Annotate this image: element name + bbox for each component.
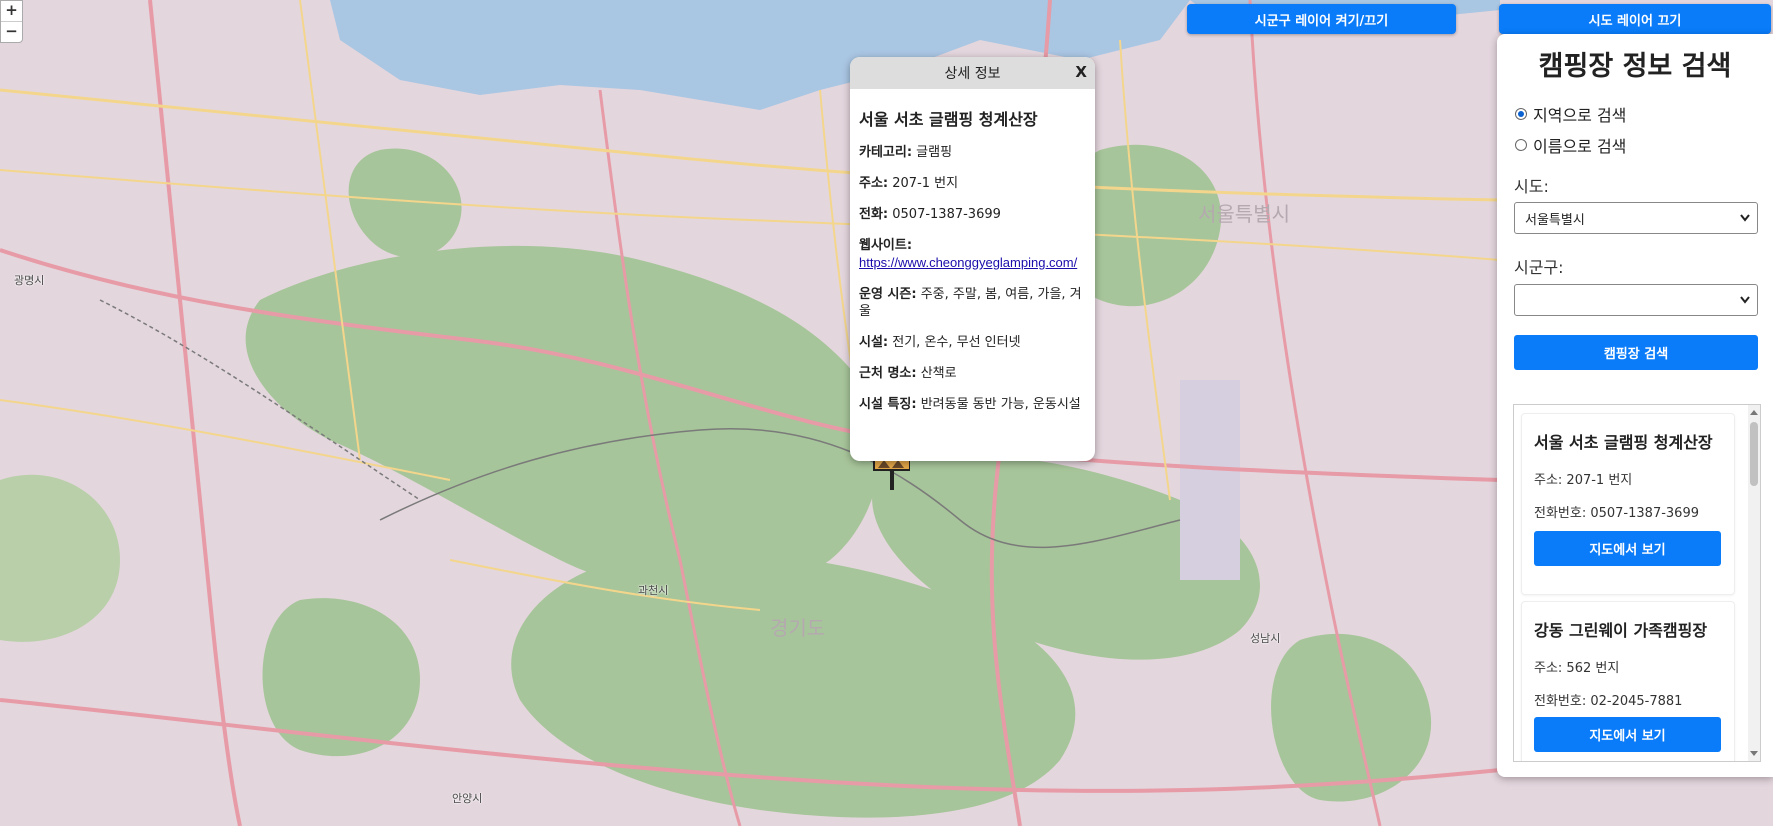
view-on-map-button[interactable]: 지도에서 보기	[1534, 531, 1721, 566]
popup-website-link[interactable]: https://www.cheonggyeglamping.com/	[859, 255, 1077, 270]
popup-features: 시설 특징: 반려동물 동반 가능, 운동시설	[859, 397, 1081, 412]
popup-header: 상세 정보 X	[850, 57, 1095, 89]
map-label-seongnam: 성남시	[1250, 632, 1281, 645]
radio-unselected-icon[interactable]	[1515, 139, 1527, 151]
popup-website: 웹사이트: https://www.cheonggyeglamping.com/	[859, 238, 1078, 270]
sido-label: 시도:	[1514, 177, 1549, 196]
sido-select[interactable]: 서울특별시	[1514, 202, 1758, 234]
map-label-gwacheon: 과천시	[638, 584, 669, 597]
map-label-seoul: 서울특별시	[1198, 202, 1290, 226]
chevron-down-icon	[1740, 214, 1750, 222]
campsite-search-button[interactable]: 캠핑장 검색	[1514, 335, 1758, 370]
map-label-anyang: 안양시	[452, 792, 483, 805]
result-card: 서울 서초 글램핑 청계산장 주소: 207-1 번지 전화번호: 0507-1…	[1521, 413, 1735, 595]
popup-facilities: 시설: 전기, 온수, 무선 인터넷	[859, 335, 1021, 350]
sigungu-select[interactable]	[1514, 284, 1758, 316]
popup-close-button[interactable]: X	[1075, 63, 1087, 81]
popup-campsite-name: 서울 서초 글램핑 청계산장	[859, 110, 1038, 129]
results-scrollbar[interactable]	[1748, 405, 1760, 761]
scroll-up-icon[interactable]	[1750, 410, 1758, 415]
map-label-gyeonggi: 경기도	[770, 616, 826, 640]
sigungu-label: 시군구:	[1514, 258, 1564, 277]
popup-season: 운영 시즌: 주중, 주말, 봄, 여름, 가을, 겨울	[859, 287, 1082, 319]
zoom-in-button[interactable]: +	[1, 1, 22, 21]
popup-phone: 전화: 0507-1387-3699	[859, 207, 1001, 222]
radio-search-by-name[interactable]: 이름으로 검색	[1515, 133, 1626, 157]
panel-title: 캠핑장 정보 검색	[1538, 51, 1732, 82]
result-address: 주소: 562 번지	[1534, 661, 1620, 676]
results-list[interactable]: 서울 서초 글램핑 청계산장 주소: 207-1 번지 전화번호: 0507-1…	[1513, 404, 1761, 762]
sido-layer-toggle-button[interactable]: 시도 레이어 끄기	[1499, 4, 1771, 34]
result-name: 강동 그린웨이 가족캠핑장	[1534, 621, 1708, 640]
popup-address: 주소: 207-1 번지	[859, 176, 959, 191]
result-address: 주소: 207-1 번지	[1534, 473, 1633, 488]
radio-search-by-region[interactable]: 지역으로 검색	[1515, 102, 1626, 126]
popup-category: 카테고리: 글램핑	[859, 145, 953, 160]
zoom-control: + −	[0, 0, 23, 43]
sigungu-layer-toggle-button[interactable]: 시군구 레이어 켜기/끄기	[1187, 4, 1456, 34]
result-phone: 전화번호: 0507-1387-3699	[1534, 506, 1699, 521]
zoom-out-button[interactable]: −	[1, 21, 22, 42]
result-name: 서울 서초 글램핑 청계산장	[1534, 433, 1713, 452]
scrollbar-thumb[interactable]	[1750, 422, 1758, 486]
popup-header-title: 상세 정보	[944, 66, 1001, 82]
map-label-gwangmyeong: 광명시	[14, 274, 45, 287]
radio-selected-icon[interactable]	[1515, 108, 1527, 120]
search-panel: 캠핑장 정보 검색 지역으로 검색 이름으로 검색 시도: 서울특별시 시군구:…	[1497, 34, 1773, 777]
scroll-down-icon[interactable]	[1750, 751, 1758, 756]
view-on-map-button[interactable]: 지도에서 보기	[1534, 717, 1721, 752]
chevron-down-icon	[1740, 296, 1750, 304]
popup-nearby: 근처 명소: 산책로	[859, 366, 957, 381]
result-phone: 전화번호: 02-2045-7881	[1534, 694, 1683, 709]
detail-popup: 상세 정보 X 서울 서초 글램핑 청계산장 카테고리: 글램핑 주소: 207…	[850, 57, 1095, 461]
result-card: 강동 그린웨이 가족캠핑장 주소: 562 번지 전화번호: 02-2045-7…	[1521, 601, 1735, 761]
